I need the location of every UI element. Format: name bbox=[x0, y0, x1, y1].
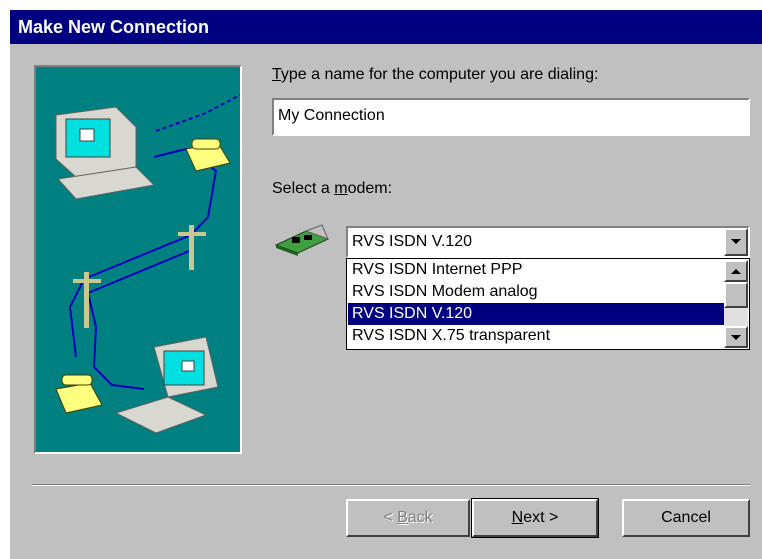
name-field-label: Type a name for the computer you are dia… bbox=[272, 66, 598, 84]
back-button-text: ack bbox=[407, 509, 433, 526]
button-separator bbox=[32, 484, 750, 486]
modem-select[interactable]: RVS ISDN V.120 bbox=[346, 226, 750, 258]
title-bar: Make New Connection bbox=[10, 10, 762, 44]
modem-select-value: RVS ISDN V.120 bbox=[352, 233, 473, 250]
scroll-down-button[interactable] bbox=[724, 326, 748, 348]
next-button[interactable]: Next > bbox=[471, 498, 599, 538]
name-field-label-text: ype a name for the computer you are dial… bbox=[280, 66, 599, 83]
modem-option[interactable]: RVS ISDN Modem analog bbox=[348, 281, 724, 303]
chevron-down-icon bbox=[731, 239, 741, 244]
back-button-accesskey: B bbox=[397, 509, 408, 526]
back-button[interactable]: < Back bbox=[346, 499, 470, 537]
name-field-label-accesskey: T bbox=[272, 66, 281, 83]
modem-label: Select a modem: bbox=[272, 180, 392, 198]
modem-option-highlighted[interactable]: RVS ISDN V.120 bbox=[348, 303, 724, 325]
next-button-text: ext > bbox=[523, 509, 559, 526]
arrow-down-icon bbox=[731, 335, 741, 340]
arrow-up-icon bbox=[731, 269, 741, 274]
modem-list-scrollbar[interactable] bbox=[724, 260, 748, 348]
make-new-connection-dialog: Make New Connection Type a name for the … bbox=[10, 10, 762, 559]
modem-label-text: odem: bbox=[347, 180, 393, 197]
next-button-accesskey: N bbox=[511, 509, 524, 526]
modem-option[interactable]: RVS ISDN Internet PPP bbox=[348, 259, 724, 281]
modem-label-accesskey: m bbox=[334, 180, 348, 197]
cancel-button[interactable]: Cancel bbox=[622, 499, 750, 537]
dial-up-illustration bbox=[34, 65, 242, 454]
modem-card-icon bbox=[274, 224, 330, 256]
connection-name-input[interactable]: My Connection bbox=[272, 98, 750, 136]
scroll-up-button[interactable] bbox=[724, 260, 748, 282]
modem-label-prefix: Select a bbox=[272, 180, 335, 197]
modem-dropdown-list[interactable]: RVS ISDN Internet PPP RVS ISDN Modem ana… bbox=[346, 258, 750, 350]
modem-dropdown-button[interactable] bbox=[724, 228, 748, 256]
back-button-prefix: < bbox=[383, 509, 398, 526]
scroll-thumb[interactable] bbox=[724, 282, 748, 308]
network-illustration-icon bbox=[55, 94, 240, 434]
modem-option[interactable]: RVS ISDN X.75 transparent bbox=[348, 325, 724, 347]
